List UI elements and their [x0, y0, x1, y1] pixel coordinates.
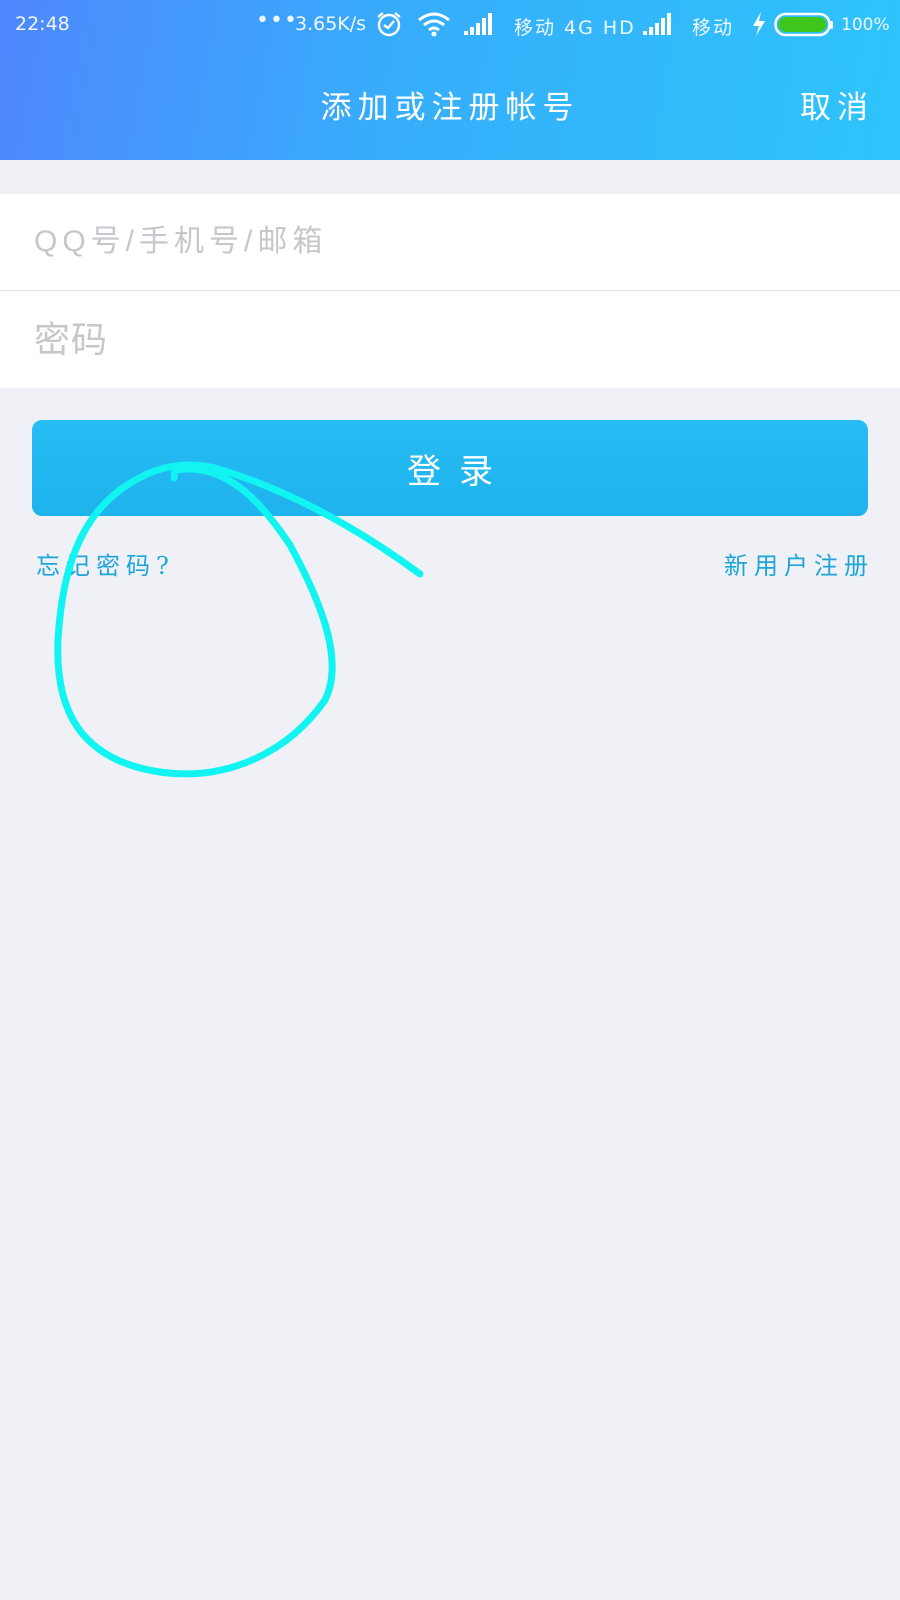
wifi-icon	[417, 11, 451, 42]
alarm-icon	[375, 10, 403, 43]
login-button[interactable]: 登录	[32, 420, 868, 516]
forgot-password-link[interactable]: 忘记密码?	[36, 546, 175, 581]
signal-strength-icon	[463, 12, 495, 41]
battery-percentage: 100%	[841, 15, 890, 35]
app-header: 22:48 ••• 3.65K/s 移动 4G HD 移动 100% 添加或注册…	[0, 0, 900, 160]
cancel-button[interactable]: 取消	[800, 82, 874, 127]
signal-strength-2-icon	[642, 12, 674, 41]
status-time: 22:48	[15, 13, 70, 35]
battery-icon	[774, 12, 834, 43]
carrier-2-label: 移动	[692, 17, 735, 39]
login-form	[0, 194, 900, 388]
status-bar: 22:48 ••• 3.65K/s 移动 4G HD 移动 100%	[0, 0, 900, 50]
page-title: 添加或注册帐号	[320, 90, 580, 126]
charging-icon	[751, 11, 767, 42]
account-input[interactable]	[0, 194, 900, 290]
network-speed: 3.65K/s	[295, 13, 367, 35]
password-input[interactable]	[0, 292, 900, 388]
field-divider	[0, 290, 900, 291]
register-link[interactable]: 新用户注册	[724, 546, 874, 581]
more-notifications-icon: •••	[256, 8, 298, 33]
carrier-1-label: 移动 4G HD	[514, 17, 636, 39]
